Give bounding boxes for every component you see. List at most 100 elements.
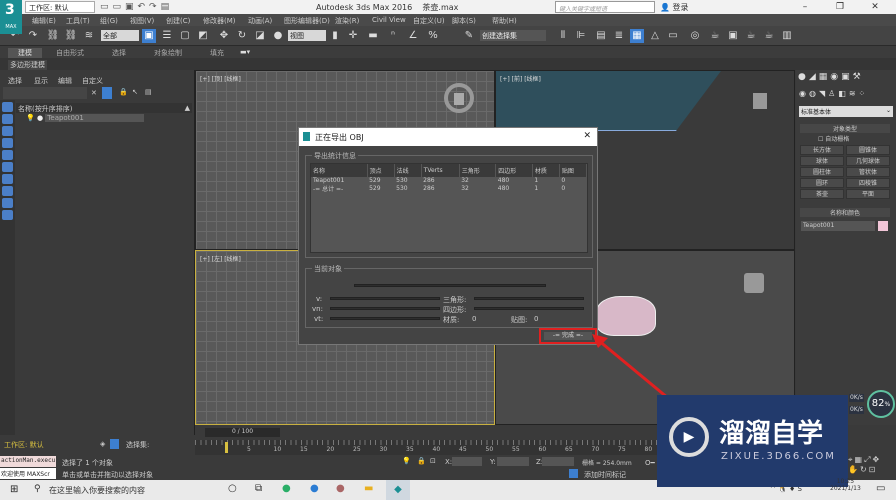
torus-button[interactable]: 圆环	[800, 178, 844, 188]
viewport-label[interactable]: [+] [顶] [线框]	[200, 74, 241, 83]
app-logo[interactable]: 3 MAX	[0, 0, 22, 34]
curve-editor-icon[interactable]: △	[648, 29, 662, 43]
viewcube-icon[interactable]	[744, 273, 764, 293]
cpu-gauge[interactable]: 82%	[867, 390, 895, 418]
maxscript-listener-line1[interactable]: actionMan.execu	[0, 456, 56, 467]
menu-create[interactable]: 创建(C)	[166, 16, 190, 26]
explorer-tab-edit[interactable]: 编辑	[58, 76, 72, 86]
create-category-icons[interactable]: ◉◍◥♙◧≋⁘	[799, 89, 893, 101]
col-name[interactable]: 名称	[311, 164, 368, 177]
geosphere-button[interactable]: 几何球体	[846, 156, 890, 166]
viewcube-icon[interactable]	[753, 93, 767, 109]
mirror-icon[interactable]: ⫴	[556, 29, 570, 43]
filter-icon[interactable]	[102, 87, 112, 99]
stats-table[interactable]: 名称 顶点 法线 TVerts 三角形 四边形 材质 贴图 Teapot001 529 530 28…	[310, 163, 588, 253]
teapot-button[interactable]: 茶壶	[800, 189, 844, 199]
add-time-tag[interactable]: 添加时间标记	[584, 470, 626, 480]
viewport-label[interactable]: [+] [左] [线框]	[200, 254, 241, 263]
rendered-frame-icon[interactable]: ▣	[726, 29, 740, 43]
display-icon[interactable]: ▤	[145, 88, 152, 96]
redo-icon[interactable]: ↷	[26, 29, 40, 43]
tab-populate[interactable]: 填充	[210, 48, 224, 58]
cylinder-button[interactable]: 圆柱体	[800, 167, 844, 177]
object-color-swatch[interactable]	[878, 221, 888, 231]
box-button[interactable]: 长方体	[800, 145, 844, 155]
menu-edit[interactable]: 编辑(E)	[32, 16, 56, 26]
col-vertices[interactable]: 顶点	[367, 164, 395, 177]
explorer-search-input[interactable]	[3, 87, 87, 99]
dialog-close-icon[interactable]: ✕	[583, 131, 591, 141]
search-input[interactable]: 键入关键字或短语	[555, 1, 655, 13]
time-slider-thumb[interactable]: 0 / 100	[205, 428, 280, 437]
sogou-icon[interactable]: ●	[310, 483, 319, 494]
select-by-name-icon[interactable]: ☰	[160, 29, 174, 43]
display-xrefs-icon[interactable]	[2, 198, 13, 208]
rotate-icon[interactable]: ↻	[235, 29, 249, 43]
cortana-icon[interactable]: ○	[228, 483, 237, 494]
move-icon[interactable]: ✥	[217, 29, 231, 43]
column-header[interactable]: 名称(按升序排序) ▲	[16, 103, 192, 113]
plane-button[interactable]: 平面	[846, 189, 890, 199]
ribbon-options-icon[interactable]: ▬▾	[240, 48, 250, 56]
quick-access-toolbar[interactable]: ▭▭▣↶↷▤	[100, 2, 173, 12]
render-icon[interactable]: ☕	[744, 29, 758, 43]
minimize-button[interactable]: –	[790, 0, 820, 14]
render-in-cloud-icon[interactable]: ▥	[780, 29, 794, 43]
named-selection-dropdown[interactable]: 创建选择集	[480, 30, 546, 41]
col-quads[interactable]: 四边形	[495, 164, 533, 177]
windows-start-icon[interactable]: ⊞	[10, 484, 18, 495]
col-normals[interactable]: 法线	[394, 164, 422, 177]
table-row[interactable]: -= 总计 =- 529 530 286 32 480 1 0	[311, 184, 587, 193]
login-button[interactable]: 👤 登录	[660, 2, 689, 13]
explorer-tab-customize[interactable]: 自定义	[82, 76, 103, 86]
list-item[interactable]: 💡 ● Teapot001	[16, 114, 192, 124]
layer-icon[interactable]: ▤	[594, 29, 608, 43]
workspace-dropdown[interactable]: 工作区: 默认	[25, 1, 95, 13]
manipulate-icon[interactable]: ✛	[346, 29, 360, 43]
layer-icon[interactable]: ◈	[100, 440, 105, 448]
pivot-icon[interactable]: ▮	[328, 29, 342, 43]
link-icon[interactable]: ⛓	[46, 29, 60, 43]
render-setup-icon[interactable]: ☕	[708, 29, 722, 43]
place-icon[interactable]: ●	[271, 29, 285, 43]
angle-snap-icon[interactable]: ∠	[406, 29, 420, 43]
close-button[interactable]: ✕	[860, 0, 890, 14]
x-coordinate-input[interactable]	[452, 457, 482, 466]
maximize-button[interactable]: ❐	[825, 0, 855, 14]
menu-view[interactable]: 视图(V)	[130, 16, 154, 26]
bind-spacewarp-icon[interactable]: ≋	[82, 29, 96, 43]
menu-modifiers[interactable]: 修改器(M)	[203, 16, 236, 26]
display-spacewarps-icon[interactable]	[2, 174, 13, 184]
table-row[interactable]: Teapot001 529 530 286 32 480 1 0	[311, 177, 587, 184]
explorer-tab-display[interactable]: 显示	[34, 76, 48, 86]
menu-help[interactable]: 帮助(H)	[492, 16, 517, 26]
keyboard-shortcut-icon[interactable]: ▬	[366, 29, 380, 43]
menu-scripting[interactable]: 脚本(S)	[452, 16, 476, 26]
tab-modeling[interactable]: 建模	[8, 48, 42, 58]
file-explorer-icon[interactable]: ▬	[364, 483, 373, 494]
display-cameras-icon[interactable]	[2, 150, 13, 160]
absolute-mode-icon[interactable]: ⊡	[430, 457, 436, 465]
notification-icon[interactable]: ▭	[876, 483, 885, 494]
edit-named-selection-icon[interactable]: ✎	[462, 29, 476, 43]
toggle-ribbon-icon[interactable]: ▦	[630, 29, 644, 43]
display-groups-icon[interactable]	[2, 186, 13, 196]
display-shapes-icon[interactable]	[2, 126, 13, 136]
pointer-icon[interactable]: ↖	[132, 88, 138, 96]
menu-animation[interactable]: 动画(A)	[248, 16, 272, 26]
window-crossing-icon[interactable]: ◩	[196, 29, 210, 43]
display-bones-icon[interactable]	[2, 210, 13, 220]
col-materials[interactable]: 材质	[532, 164, 560, 177]
light-bulb-icon[interactable]: 💡	[26, 114, 35, 122]
tab-freeform[interactable]: 自由形式	[56, 48, 84, 58]
snap-icon[interactable]: ⁿ	[386, 29, 400, 43]
name-color-rollout[interactable]: 名称和颜色	[800, 208, 890, 217]
col-maps[interactable]: 贴图	[559, 164, 588, 177]
display-lights-icon[interactable]	[2, 138, 13, 148]
lock-icon[interactable]: 🔒	[119, 88, 128, 96]
render-iterative-icon[interactable]: ☕	[762, 29, 776, 43]
clock[interactable]: 10:25 2021/1/13	[830, 478, 861, 492]
tab-selection[interactable]: 选择	[112, 48, 126, 58]
command-panel-tabs[interactable]: ●◢▦◉▣⚒	[798, 72, 894, 86]
taskbar-search-input[interactable]: 在这里输入你要搜索的内容	[49, 485, 145, 496]
